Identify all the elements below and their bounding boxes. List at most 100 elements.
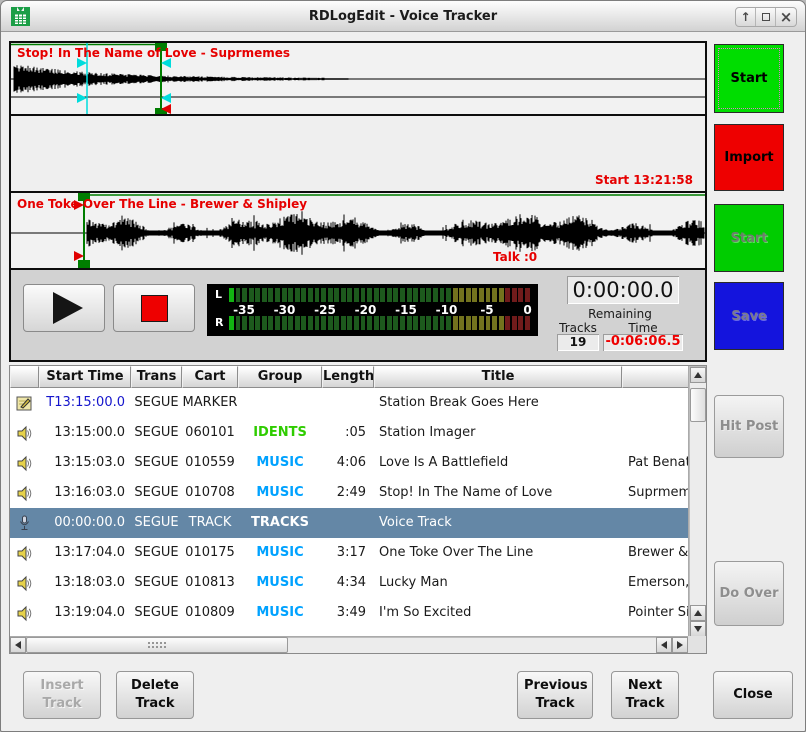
- meter-segment: [512, 316, 517, 330]
- fade-marker-icon[interactable]: [161, 93, 171, 103]
- track-panel-outgoing[interactable]: Stop! In The Name of Love - Suprmemes: [11, 43, 705, 116]
- meter-segment: [282, 288, 287, 302]
- meter-scale-label: -5: [471, 303, 503, 317]
- meter-segment: [433, 288, 438, 302]
- previous-track-button[interactable]: Previous Track: [517, 671, 593, 719]
- scroll-up-button[interactable]: [690, 367, 706, 383]
- fade-marker-icon[interactable]: [77, 93, 87, 103]
- start-record-button[interactable]: Start: [714, 44, 784, 113]
- close-button[interactable]: Close: [713, 671, 793, 719]
- maximize-window-button[interactable]: [756, 8, 776, 26]
- meter-segment: [492, 316, 497, 330]
- log-table: Start Time Trans Cart Group Length Title…: [9, 365, 707, 654]
- cell-trans: SEGUE: [131, 418, 182, 448]
- meter-segment: [400, 288, 405, 302]
- stop-icon: [141, 295, 168, 322]
- remaining-label: Remaining: [550, 307, 690, 321]
- stop-button[interactable]: [113, 284, 195, 332]
- cell-start-time: 13:15:03.0: [39, 448, 131, 478]
- meter-segment: [308, 316, 313, 330]
- column-header-cart[interactable]: Cart: [182, 366, 238, 388]
- meter-segment: [453, 316, 458, 330]
- meter-segment: [301, 288, 306, 302]
- cell-title: Love Is A Battlefield: [374, 448, 622, 478]
- speaker-icon: [10, 448, 39, 478]
- cell-length: 4:34: [322, 568, 374, 598]
- import-button[interactable]: Import: [714, 124, 784, 191]
- column-header-group[interactable]: Group: [238, 366, 322, 388]
- shade-window-button[interactable]: ↑: [736, 8, 756, 26]
- time-remaining-label: Time: [603, 321, 683, 335]
- cell-cart: 010175: [182, 538, 238, 568]
- log-row[interactable]: 13:15:00.0SEGUE060101IDENTS:05Station Im…: [10, 418, 690, 448]
- meter-scale-label: -20: [350, 303, 382, 317]
- column-header-title[interactable]: Title: [374, 366, 622, 388]
- meter-segment: [361, 316, 366, 330]
- scroll-right-button[interactable]: [672, 637, 688, 653]
- delete-track-button[interactable]: Delete Track: [116, 671, 194, 719]
- do-over-button[interactable]: Do Over: [714, 561, 784, 626]
- cell-length: 3:17: [322, 538, 374, 568]
- start-next-button[interactable]: Start: [714, 204, 784, 272]
- meter-segment: [328, 288, 333, 302]
- column-header-artist[interactable]: [622, 366, 690, 388]
- rdlogedit-voice-tracker-window: RDLogEdit - Voice Tracker ↑ ×: [0, 0, 806, 732]
- vertical-scroll-thumb[interactable]: [690, 388, 706, 422]
- meter-segment: [380, 316, 385, 330]
- hit-post-button[interactable]: Hit Post: [714, 395, 784, 458]
- log-row[interactable]: 13:16:03.0SEGUE010708MUSIC2:49Stop! In T…: [10, 478, 690, 508]
- save-button[interactable]: Save: [714, 282, 784, 350]
- scroll-left-button[interactable]: [656, 637, 672, 653]
- meter-scale-label: -35: [228, 303, 260, 317]
- meter-segment: [400, 316, 405, 330]
- cell-length: 4:06: [322, 448, 374, 478]
- scroll-down-button[interactable]: [690, 621, 706, 637]
- column-header-icon[interactable]: [10, 366, 39, 388]
- cell-group: TRACKS: [238, 508, 322, 538]
- next-track-button[interactable]: Next Track: [611, 671, 679, 719]
- track-panel-incoming[interactable]: One Toke Over The Line - Brewer & Shiple…: [11, 193, 705, 270]
- column-header-start-time[interactable]: Start Time: [39, 366, 131, 388]
- horizontal-scrollbar[interactable]: [10, 636, 690, 653]
- time-remaining-value: -0:06:06.5: [603, 334, 683, 351]
- meter-segment: [426, 288, 431, 302]
- tracks-remaining-label: Tracks: [557, 321, 599, 335]
- tracks-remaining-value: 19: [557, 334, 599, 351]
- meter-segment: [472, 288, 477, 302]
- cell-group: MUSIC: [238, 568, 322, 598]
- start-handle-bottom[interactable]: [78, 260, 90, 268]
- log-row[interactable]: 13:18:03.0SEGUE010813MUSIC4:34Lucky ManE…: [10, 568, 690, 598]
- cell-artist: Brewer & Sh: [622, 538, 690, 568]
- play-button[interactable]: [23, 284, 105, 332]
- meter-segment: [466, 288, 471, 302]
- log-row[interactable]: T13:15:00.0SEGUEMARKERStation Break Goes…: [10, 388, 690, 418]
- track-panel-voicetrack[interactable]: Start 13:21:58: [11, 116, 705, 193]
- log-row[interactable]: 13:15:03.0SEGUE010559MUSIC4:06Love Is A …: [10, 448, 690, 478]
- meter-segment: [446, 316, 451, 330]
- column-header-length[interactable]: Length: [322, 366, 374, 388]
- voicetrack-start-status: Start 13:21:58: [595, 173, 693, 187]
- cell-group: MUSIC: [238, 448, 322, 478]
- log-row[interactable]: 00:00:00.0SEGUETRACKTRACKSVoice Track: [10, 508, 690, 538]
- meter-segment: [295, 316, 300, 330]
- log-row[interactable]: 13:19:04.0SEGUE010809MUSIC3:49I'm So Exc…: [10, 598, 690, 628]
- cell-title: Lucky Man: [374, 568, 622, 598]
- log-row[interactable]: 13:17:04.0SEGUE010175MUSIC3:17One Toke O…: [10, 538, 690, 568]
- meter-scale-label: -30: [269, 303, 301, 317]
- cell-start-time: 13:16:03.0: [39, 478, 131, 508]
- cell-start-time: 13:19:04.0: [39, 598, 131, 628]
- cell-artist: [622, 388, 690, 418]
- vertical-scrollbar[interactable]: [688, 366, 706, 638]
- scroll-left-button[interactable]: [10, 637, 26, 653]
- meter-segment: [407, 316, 412, 330]
- meter-segment: [301, 316, 306, 330]
- insert-track-button[interactable]: Insert Track: [23, 671, 101, 719]
- close-window-button[interactable]: ×: [776, 8, 796, 26]
- horizontal-scroll-thumb[interactable]: [26, 637, 288, 653]
- start-marker-icon[interactable]: [74, 251, 84, 261]
- column-header-trans[interactable]: Trans: [131, 366, 182, 388]
- meter-segment: [347, 316, 352, 330]
- cell-cart: 060101: [182, 418, 238, 448]
- scroll-up-button[interactable]: [690, 605, 706, 621]
- meter-segment: [229, 316, 234, 330]
